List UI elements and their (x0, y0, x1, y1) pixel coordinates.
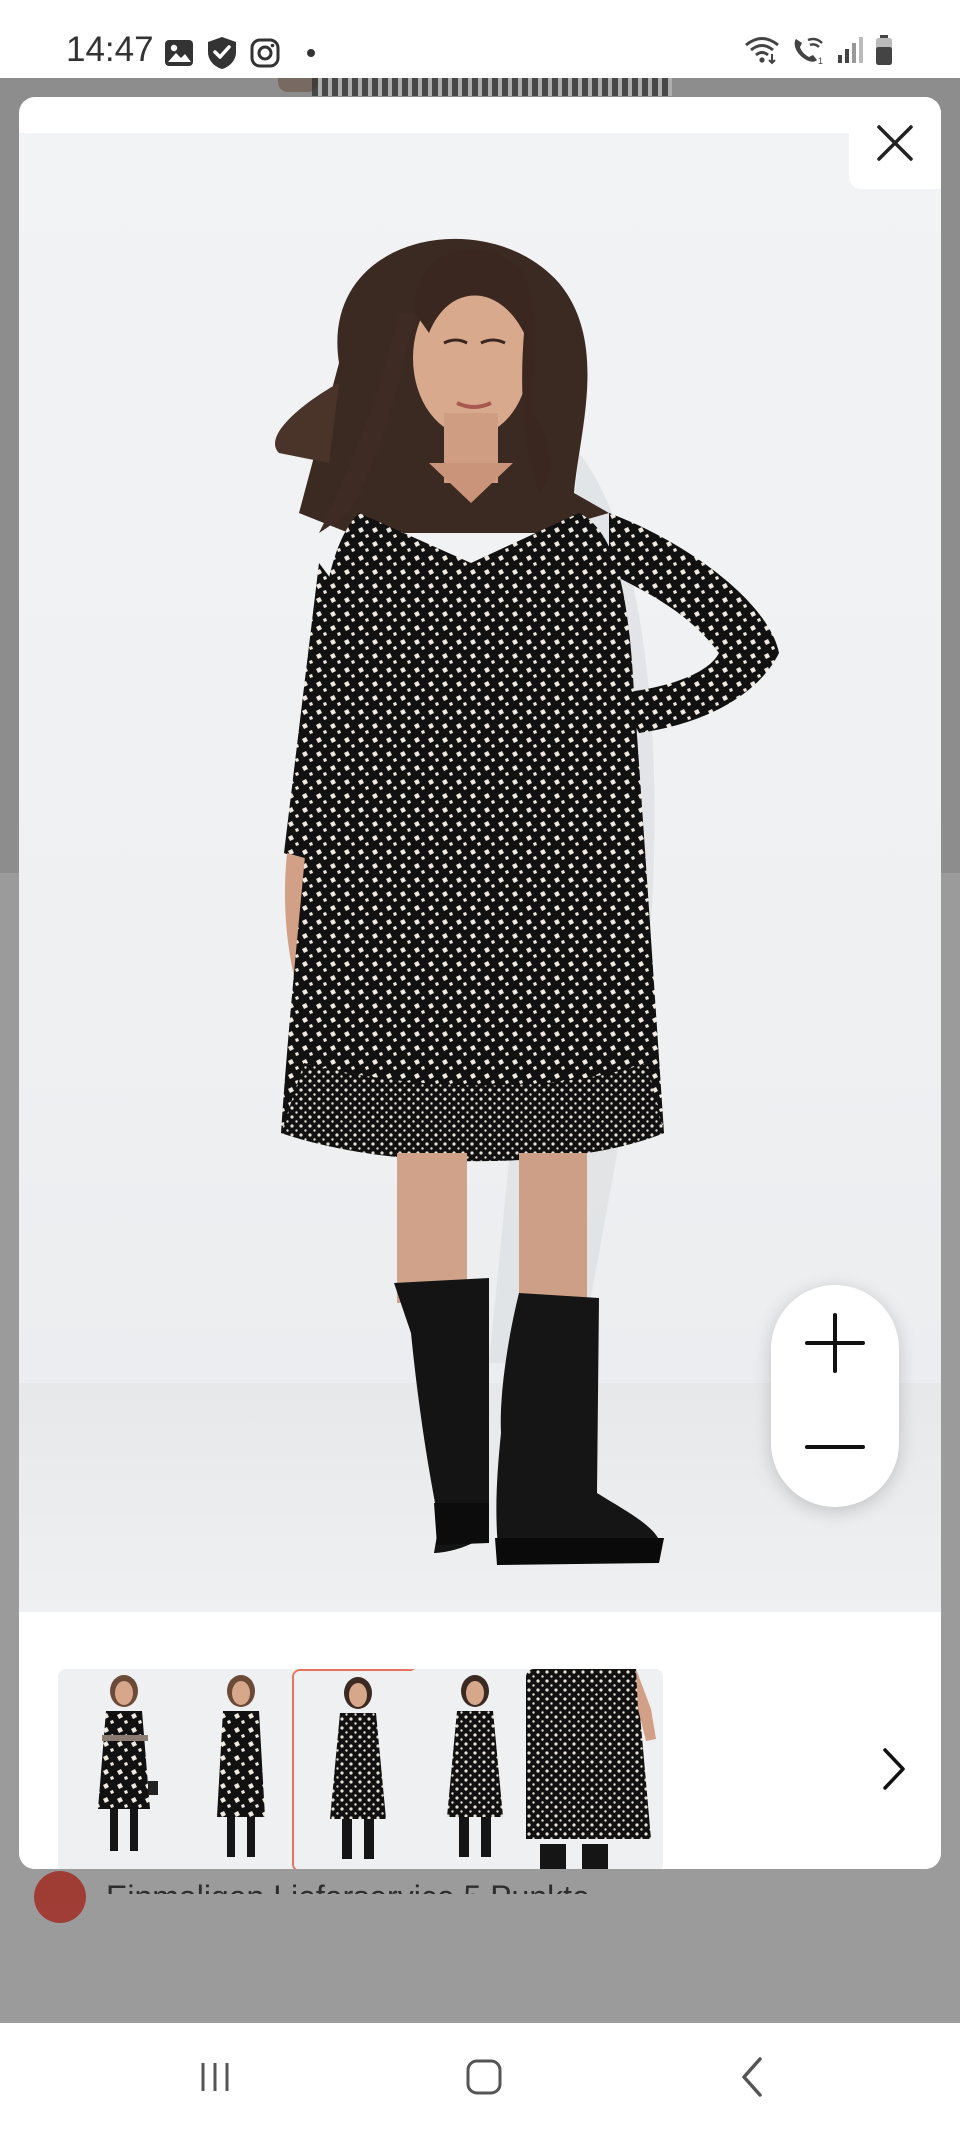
background-image-peek-pattern (312, 78, 672, 96)
status-icons-left (164, 36, 318, 70)
zoom-out-button[interactable] (771, 1397, 899, 1497)
close-button[interactable] (849, 97, 941, 189)
svg-text:1: 1 (818, 56, 823, 65)
thumbnail-5[interactable] (526, 1669, 663, 1869)
minus-icon (805, 1445, 865, 1449)
back-button[interactable] (712, 2047, 792, 2107)
zoom-control (771, 1285, 899, 1507)
chevron-right-icon (883, 1748, 905, 1790)
close-icon (877, 125, 913, 161)
plus-icon (805, 1313, 865, 1373)
back-icon (742, 2057, 762, 2097)
recents-button[interactable] (175, 2047, 255, 2107)
thumbnail-3-image (294, 1671, 427, 1869)
status-icons-right: 1 (744, 34, 894, 66)
status-time: 14:47 (66, 30, 154, 69)
recents-icon (201, 2063, 229, 2091)
gallery-icon (165, 40, 193, 66)
wifi-call-icon: 1 (794, 37, 823, 65)
thumbnail-strip (19, 1612, 941, 1869)
background-info-icon (34, 1871, 86, 1923)
status-bar: 14:47 1 (0, 0, 960, 78)
next-thumbnail-button[interactable] (869, 1734, 919, 1804)
image-viewer-modal (19, 97, 941, 1869)
wifi-icon (745, 37, 779, 65)
background-info-row: Einmaligen Lieferservice 5 Punkte (34, 1871, 590, 1923)
navigation-bar (0, 2023, 960, 2133)
home-button[interactable] (444, 2047, 524, 2107)
battery-icon (876, 35, 892, 65)
dot-icon (307, 49, 315, 57)
shield-icon (208, 37, 236, 69)
home-icon (466, 2059, 502, 2095)
thumbnail-5-image (526, 1669, 663, 1869)
instagram-icon (250, 38, 280, 68)
zoom-in-button[interactable] (771, 1293, 899, 1393)
signal-icon (838, 37, 863, 63)
